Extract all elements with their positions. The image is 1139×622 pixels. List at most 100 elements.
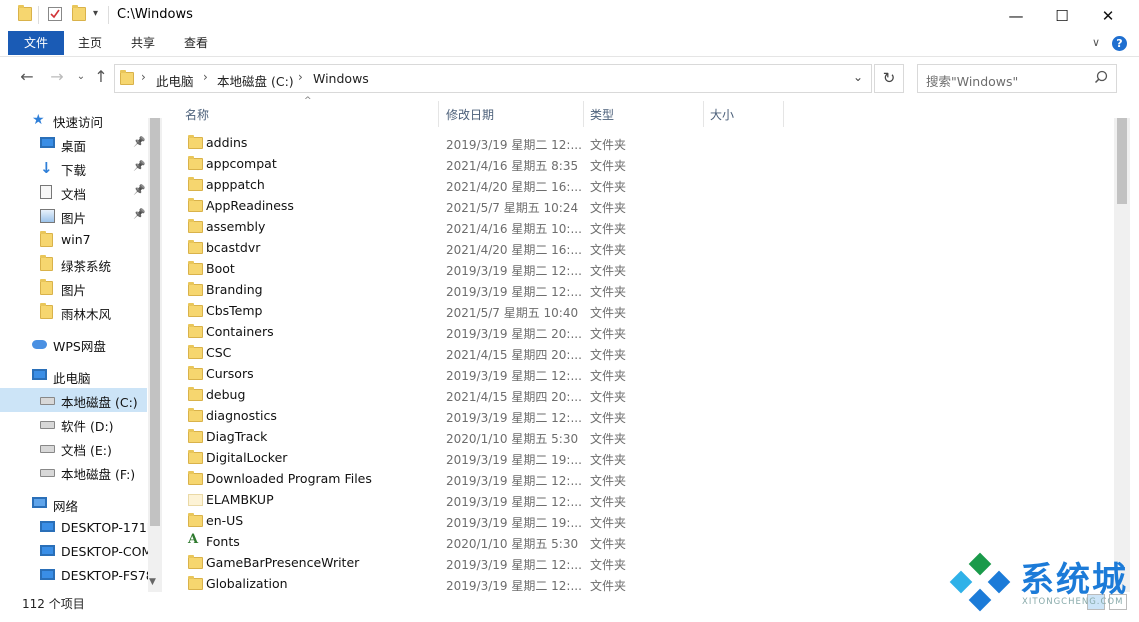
breadcrumb-windows[interactable]: Windows [313,71,369,86]
tab-home[interactable]: 主页 [66,31,114,55]
scrollbar-thumb[interactable] [150,118,160,526]
file-name: CSC [206,345,232,360]
expand-ribbon-icon[interactable]: ∨ [1092,36,1100,49]
divider [38,6,39,24]
sidebar-item[interactable]: 绿茶系统 [0,252,147,276]
sidebar-item[interactable]: DESKTOP-171H [0,516,156,540]
sidebar-item[interactable]: 软件 (D:) [0,412,147,436]
column-divider[interactable] [783,101,784,127]
column-divider[interactable] [438,101,439,127]
file-row[interactable]: debug 2021/4/15 星期四 20:... 文件夹 [184,385,704,406]
breadcrumb-separator[interactable]: › [203,70,208,84]
forward-button[interactable]: → [46,66,68,88]
network-icon [32,497,47,508]
file-row[interactable]: Containers 2019/3/19 星期二 20:... 文件夹 [184,322,704,343]
search-input[interactable]: 搜索"Windows" [926,71,1018,90]
scrollbar-thumb[interactable] [1117,118,1127,204]
file-type: 文件夹 [590,306,627,320]
file-row[interactable]: Boot 2019/3/19 星期二 12:... 文件夹 [184,259,704,280]
file-date: 2021/4/20 星期二 16:... [446,180,582,194]
file-row[interactable]: CSC 2021/4/15 星期四 20:... 文件夹 [184,343,704,364]
search-box[interactable]: 搜索"Windows" [917,64,1117,93]
column-header-size[interactable]: 大小 [710,106,734,123]
sidebar-item[interactable]: 文档 (E:) [0,436,147,460]
file-row[interactable]: A Fonts 2020/1/10 星期五 5:30 文件夹 [184,532,704,553]
folder-icon [40,279,53,295]
breadcrumb-drive-c[interactable]: 本地磁盘 (C:) [217,71,294,90]
file-list-scrollbar[interactable] [1114,118,1130,592]
file-row[interactable]: diagnostics 2019/3/19 星期二 12:... 文件夹 [184,406,704,427]
watermark-text: 系统城 [1020,560,1128,600]
file-row[interactable]: en-US 2019/3/19 星期二 19:... 文件夹 [184,511,704,532]
new-folder-icon[interactable] [72,5,86,21]
search-icon[interactable] [1094,70,1108,84]
folder-icon [188,198,203,212]
file-row[interactable]: bcastdvr 2021/4/20 星期二 16:... 文件夹 [184,238,704,259]
folder-icon [188,324,203,338]
up-button[interactable]: ↑ [90,66,112,88]
maximize-button[interactable]: ☐ [1039,0,1085,31]
breadcrumb-separator[interactable]: › [141,70,146,84]
breadcrumb-separator[interactable]: › [298,70,303,84]
sidebar-item[interactable]: 雨林木风 [0,300,147,324]
customize-quick-access-icon[interactable]: ▾ [93,8,98,19]
file-row[interactable]: apppatch 2021/4/20 星期二 16:... 文件夹 [184,175,704,196]
sidebar-item[interactable]: DESKTOP-FS78 [0,564,154,588]
file-row[interactable]: Branding 2019/3/19 星期二 12:... 文件夹 [184,280,704,301]
address-dropdown-icon[interactable]: ⌄ [853,70,863,84]
file-row[interactable]: DiagTrack 2020/1/10 星期五 5:30 文件夹 [184,427,704,448]
properties-icon[interactable] [48,7,62,21]
column-divider[interactable] [703,101,704,127]
scroll-down-icon[interactable]: ▼ [149,577,156,587]
sidebar-item[interactable]: win7 [0,228,147,252]
column-header-type[interactable]: 类型 [590,106,614,123]
file-type: 文件夹 [590,474,627,488]
file-date: 2019/3/19 星期二 12:... [446,495,582,509]
file-name: DiagTrack [206,429,268,444]
file-row[interactable]: AppReadiness 2021/5/7 星期五 10:24 文件夹 [184,196,704,217]
file-row[interactable]: Downloaded Program Files 2019/3/19 星期二 12… [184,469,704,490]
tab-file[interactable]: 文件 [8,31,64,55]
sidebar-item[interactable]: 此电脑 [0,364,147,388]
file-row[interactable]: GameBarPresenceWriter 2019/3/19 星期二 12:..… [184,553,704,574]
tab-view[interactable]: 查看 [172,31,220,55]
file-row[interactable]: ELAMBKUP 2019/3/19 星期二 12:... 文件夹 [184,490,704,511]
folder-icon [188,408,203,422]
sidebar-item-label: DESKTOP-171H [61,520,157,535]
sidebar-item[interactable]: DESKTOP-COM [0,540,152,564]
sidebar-item[interactable]: 图片 📌 [0,204,147,228]
recent-locations-button[interactable]: ⌄ [70,66,92,88]
file-row[interactable]: Globalization 2019/3/19 星期二 12:... 文件夹 [184,574,704,595]
sidebar-item[interactable]: 桌面 📌 [0,132,147,156]
close-button[interactable]: ✕ [1085,0,1131,31]
file-row[interactable]: DigitalLocker 2019/3/19 星期二 19:... 文件夹 [184,448,704,469]
help-icon[interactable]: ? [1112,36,1127,51]
window-title: C:\Windows [117,7,193,22]
sidebar-item[interactable]: 本地磁盘 (C:) [0,388,147,412]
sidebar-item[interactable]: ★ 快速访问 [0,108,147,132]
breadcrumb-this-pc[interactable]: 此电脑 [156,71,194,90]
tab-share[interactable]: 共享 [119,31,167,55]
file-row[interactable]: Cursors 2019/3/19 星期二 12:... 文件夹 [184,364,704,385]
file-date: 2019/3/19 星期二 12:... [446,411,582,425]
sidebar-item[interactable]: 文档 📌 [0,180,147,204]
column-header-date[interactable]: 修改日期 [446,106,494,123]
file-type: 文件夹 [590,180,627,194]
back-button[interactable]: ← [16,66,38,88]
file-row[interactable]: CbsTemp 2021/5/7 星期五 10:40 文件夹 [184,301,704,322]
column-divider[interactable] [583,101,584,127]
file-row[interactable]: addins 2019/3/19 星期二 12:... 文件夹 [184,133,704,154]
address-bar[interactable]: › 此电脑 › 本地磁盘 (C:) › Windows ⌄ [114,64,872,93]
sidebar-item[interactable]: ↓ 下载 📌 [0,156,147,180]
file-type: 文件夹 [590,327,627,341]
minimize-button[interactable]: — [993,0,1039,31]
refresh-button[interactable]: ↻ [874,64,904,93]
navigation-scrollbar[interactable] [148,118,162,592]
sidebar-item[interactable]: WPS网盘 [0,332,147,356]
sidebar-item[interactable]: 本地磁盘 (F:) [0,460,147,484]
sidebar-item[interactable]: 网络 [0,492,147,516]
sidebar-item[interactable]: 图片 [0,276,147,300]
file-row[interactable]: assembly 2021/4/16 星期五 10:... 文件夹 [184,217,704,238]
file-row[interactable]: appcompat 2021/4/16 星期五 8:35 文件夹 [184,154,704,175]
column-header-name[interactable]: 名称 [185,106,209,123]
